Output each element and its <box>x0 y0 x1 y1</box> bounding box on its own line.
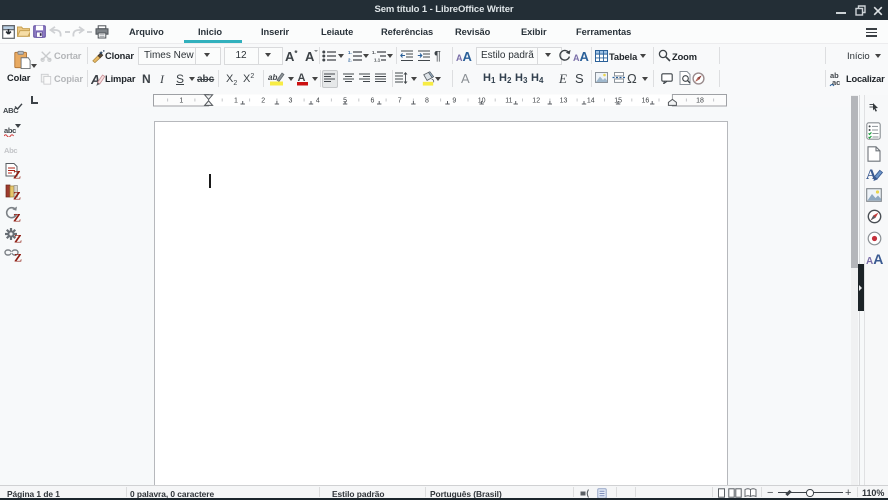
svg-text:18: 18 <box>696 98 704 105</box>
svg-text:14: 14 <box>587 98 595 105</box>
svg-text:Z: Z <box>13 211 21 223</box>
svg-text:1.: 1. <box>348 50 352 55</box>
svg-text:Z: Z <box>13 168 21 180</box>
svg-text:9: 9 <box>452 98 456 105</box>
svg-text:4: 4 <box>316 98 320 105</box>
svg-text:16: 16 <box>642 98 650 105</box>
svg-text:11: 11 <box>505 98 512 105</box>
svg-text:12: 12 <box>532 98 540 105</box>
svg-text:2.: 2. <box>348 58 352 63</box>
svg-text:1: 1 <box>179 98 183 105</box>
svg-text:2: 2 <box>261 98 265 105</box>
svg-text:13: 13 <box>560 98 568 105</box>
svg-text:Z: Z <box>14 251 22 263</box>
svg-text:8: 8 <box>425 98 429 105</box>
svg-text:1.: 1. <box>372 50 376 55</box>
svg-text:7: 7 <box>398 98 402 105</box>
svg-text:6: 6 <box>370 98 374 105</box>
svg-text:1: 1 <box>234 98 238 105</box>
svg-text:ab: ab <box>268 73 277 82</box>
svg-text:Z: Z <box>14 232 22 244</box>
svg-text:1.1: 1.1 <box>374 58 381 63</box>
svg-text:3: 3 <box>289 98 293 105</box>
svg-text:A: A <box>91 73 100 87</box>
svg-text:Z: Z <box>13 189 21 201</box>
